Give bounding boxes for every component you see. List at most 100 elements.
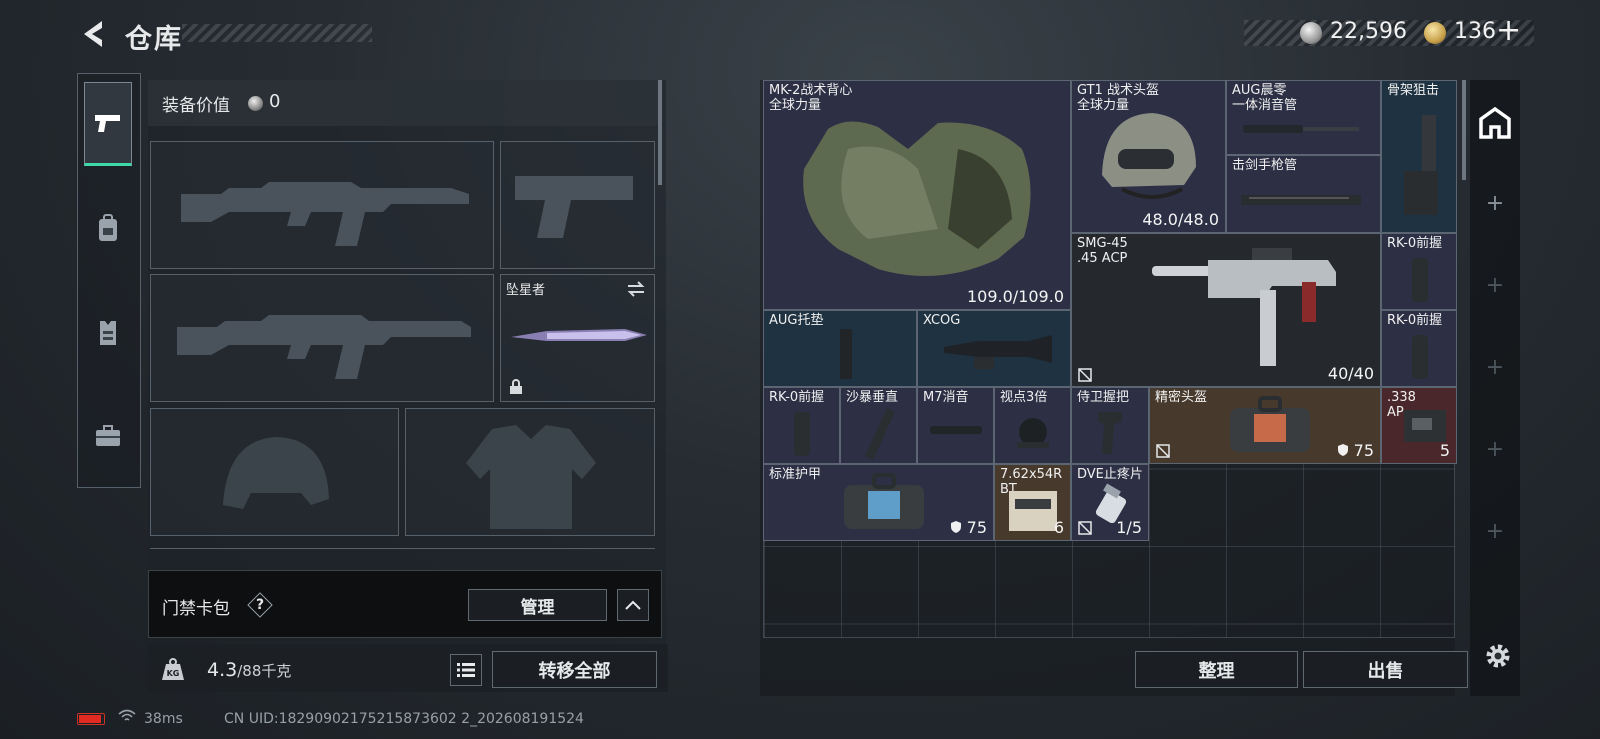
stash-item-vest[interactable]: MK-2战术背心 全球力量 109.0/109.0 <box>763 80 1071 310</box>
stash-item-painkiller[interactable]: DVE止疼片 1/5 <box>1071 464 1149 541</box>
home-icon <box>1479 107 1511 139</box>
gear-icon[interactable] <box>1483 641 1513 671</box>
armor-value: 75 <box>1353 441 1374 460</box>
melee-name: 坠星者 <box>506 283 546 298</box>
stash-page-home[interactable] <box>1472 88 1518 158</box>
suppressor-icon <box>1243 125 1359 133</box>
plus-icon: + <box>1485 518 1505 544</box>
weight-readout: 4.3/88千克 <box>207 659 291 681</box>
silver-balance: 22,596 <box>1330 19 1407 44</box>
stash-item-precision-helmet[interactable]: 精密头盔 75 <box>1149 387 1381 464</box>
equip-value-label: 装备价值 <box>162 96 230 116</box>
item-name: 击剑手枪管 <box>1232 158 1298 173</box>
helmet-slot[interactable] <box>150 408 399 536</box>
stash-item-338-ammo[interactable]: .338 AP 5 <box>1381 387 1457 464</box>
tab-backpack[interactable] <box>84 186 132 270</box>
item-name: 骨架狙击 <box>1387 83 1440 98</box>
manage-button[interactable]: 管理 <box>468 589 607 621</box>
stash-item-helmet[interactable]: GT1 战术头盔 全球力量 48.0/48.0 <box>1071 80 1226 233</box>
item-count: 6 <box>1053 518 1064 537</box>
plus-icon: + <box>1485 436 1505 462</box>
svg-text:KG: KG <box>167 669 180 678</box>
back-arrow-icon[interactable] <box>78 18 108 50</box>
armor-silhouette-icon <box>466 425 596 529</box>
stash-item-aug-stock[interactable]: AUG托垫 <box>763 310 917 387</box>
battery-icon <box>77 713 105 725</box>
item-name: 精密头盔 <box>1155 390 1208 405</box>
stash-item-guard-grip[interactable]: 侍卫握把 <box>1071 387 1149 464</box>
briefcase-icon <box>96 425 120 446</box>
armor-slot[interactable] <box>405 408 655 536</box>
pill-bottle-icon <box>1095 483 1127 523</box>
primary-weapon-slot[interactable] <box>150 141 494 269</box>
stash-page-add-5[interactable]: + <box>1472 496 1518 566</box>
stash-scrollbar[interactable] <box>1462 80 1466 180</box>
scope-icon <box>944 335 1052 369</box>
armor-value: 75 <box>966 518 987 537</box>
equip-value: 0 <box>269 91 281 112</box>
weight-icon: KG <box>162 658 184 680</box>
item-name: SMG-45 .45 ACP <box>1077 236 1128 266</box>
stash-item-sniper-stock[interactable]: 骨架狙击 <box>1381 80 1457 233</box>
item-name: M7消音 <box>923 390 969 405</box>
grip-icon <box>865 408 895 460</box>
lock-icon <box>510 379 522 394</box>
stash-page-add-4[interactable]: + <box>1472 414 1518 484</box>
pistol-slot[interactable] <box>500 141 655 269</box>
stash-page-add-1[interactable]: + <box>1472 168 1518 238</box>
collapse-button[interactable] <box>617 589 649 621</box>
secondary-weapon-slot[interactable] <box>150 274 494 402</box>
pouch-icon <box>844 473 924 529</box>
tab-weapons[interactable] <box>84 82 132 166</box>
grip-icon <box>1412 335 1428 379</box>
loadout-scrollbar[interactable] <box>658 80 662 185</box>
shield-icon <box>950 521 961 533</box>
knife-icon <box>511 329 647 341</box>
item-name: 视点3倍 <box>1000 390 1048 405</box>
stash-page-add-3[interactable]: + <box>1472 332 1518 402</box>
ping-readout: 38ms <box>144 711 183 727</box>
swap-icon[interactable] <box>626 281 646 297</box>
item-name: 侍卫握把 <box>1077 390 1130 405</box>
item-name: XCOG <box>923 313 961 328</box>
stash-page-add-2[interactable]: + <box>1472 250 1518 320</box>
item-ammo: 40/40 <box>1327 364 1374 383</box>
value-coin-icon <box>248 96 263 111</box>
stash-item-smg[interactable]: SMG-45 .45 ACP 40/40 <box>1071 233 1381 387</box>
transfer-all-button[interactable]: 转移全部 <box>492 651 657 688</box>
stash-item-standard-armor[interactable]: 标准护甲 75 <box>763 464 994 541</box>
stash-item-barrel[interactable]: 击剑手枪管 <box>1226 155 1381 233</box>
wifi-icon <box>118 709 136 727</box>
backpack-icon <box>99 214 117 241</box>
sort-button[interactable]: 整理 <box>1135 651 1298 688</box>
sell-button[interactable]: 出售 <box>1303 651 1468 688</box>
item-uses: 1/5 <box>1116 518 1142 537</box>
scope-icon <box>1017 418 1049 448</box>
rig-slot-edge <box>150 548 655 560</box>
item-name: DVE止疼片 <box>1077 467 1143 482</box>
help-icon[interactable]: ? <box>249 594 271 616</box>
list-view-button[interactable] <box>450 654 482 686</box>
chevron-up-icon <box>625 600 641 610</box>
ammo-box-icon <box>1404 410 1446 442</box>
max-weight: /88千克 <box>237 662 292 680</box>
stash-item-m7-suppressor[interactable]: M7消音 <box>917 387 994 464</box>
stash-item-vertical-grip[interactable]: 沙暴垂直 <box>840 387 917 464</box>
stash-item-rk0-grip-c[interactable]: RK-0前握 <box>763 387 840 464</box>
add-currency-button[interactable]: + <box>1496 16 1521 46</box>
stash-item-rk0-grip-a[interactable]: RK-0前握 <box>1381 233 1457 310</box>
melee-slot[interactable]: 坠星者 <box>500 274 655 402</box>
pistol-icon <box>95 115 120 132</box>
pouch-icon <box>1230 396 1310 452</box>
item-durability: 48.0/48.0 <box>1142 210 1219 229</box>
smg-icon <box>1152 248 1336 366</box>
helmet-silhouette-icon <box>223 437 329 509</box>
stash-item-xcog[interactable]: XCOG <box>917 310 1071 387</box>
stash-item-rk0-grip-b[interactable]: RK-0前握 <box>1381 310 1457 387</box>
tab-secure-case[interactable] <box>84 394 132 478</box>
stash-item-3x-scope[interactable]: 视点3倍 <box>994 387 1071 464</box>
tab-chest-rig[interactable] <box>84 290 132 374</box>
stash-item-762-ammo[interactable]: 7.62x54R BT 6 <box>994 464 1071 541</box>
item-armor-level: 75 <box>1337 441 1374 460</box>
stash-item-aug-suppressor[interactable]: AUG晨零 一体消音管 <box>1226 80 1381 155</box>
